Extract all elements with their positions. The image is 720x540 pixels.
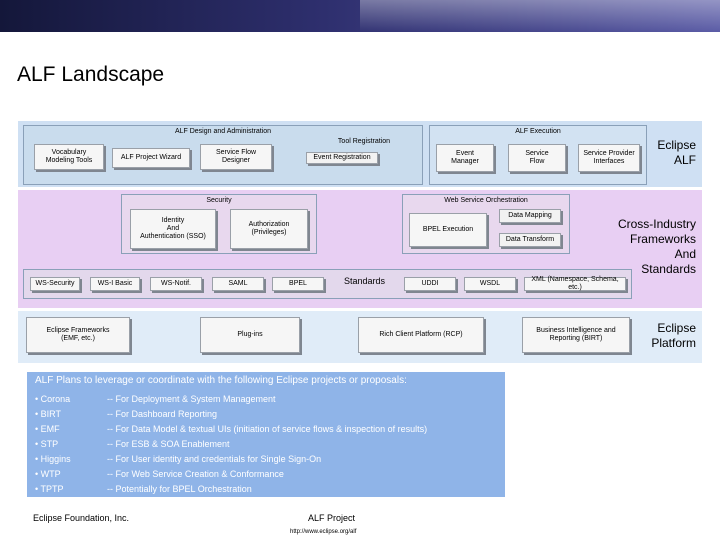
plan-name: • EMF <box>35 424 60 434</box>
plug-ins-box: Plug-ins <box>200 317 300 353</box>
design-admin-title: ALF Design and Administration <box>174 128 272 135</box>
bpel-box: BPEL <box>272 277 324 291</box>
data-mapping-box: Data Mapping <box>499 209 561 223</box>
saml-box: SAML <box>212 277 264 291</box>
header-gradient <box>360 0 720 32</box>
eclipse-frameworks-box: Eclipse Frameworks (EMF, etc.) <box>26 317 130 353</box>
plan-desc: -- Potentially for BPEL Orchestration <box>107 484 252 494</box>
security-title: Security <box>206 197 232 204</box>
footer-organization: Eclipse Foundation, Inc. <box>33 513 130 523</box>
ws-orchestration-group: Web Service Orchestration BPEL Execution… <box>402 194 570 254</box>
alf-landscape-diagram: ALF Design and Administration Vocabulary… <box>18 121 702 363</box>
plan-item: • Corona -- For Deployment & System Manag… <box>35 392 501 407</box>
ws-notif-box: WS-Notif. <box>150 277 202 291</box>
plan-item: • TPTP -- Potentially for BPEL Orchestrat… <box>35 482 501 497</box>
bpel-execution-box: BPEL Execution <box>409 213 487 247</box>
plan-item: • STP -- For ESB & SOA Enablement <box>35 437 501 452</box>
service-flow-designer-box: Service Flow Designer <box>200 144 272 170</box>
eclipse-alf-label: Eclipse ALF <box>657 138 696 167</box>
standards-label: Standards <box>344 276 386 286</box>
plan-item: • WTP -- For Web Service Creation & Confo… <box>35 467 501 482</box>
service-provider-interfaces-box: Service Provider Interfaces <box>578 144 640 172</box>
plan-desc: -- For Web Service Creation & Conformanc… <box>107 469 284 479</box>
slide-title: ALF Landscape <box>17 63 165 86</box>
vocabulary-tools-box: Vocabulary Modeling Tools <box>34 144 104 170</box>
alf-project-wizard-box: ALF Project Wizard <box>112 148 190 168</box>
tool-registration-title: Tool Registration <box>337 138 391 145</box>
ws-i-basic-box: WS-I Basic <box>90 277 140 291</box>
plan-name: • TPTP <box>35 484 64 494</box>
xml-box: XML (Namespace, Schema, etc.) <box>524 276 626 291</box>
plan-name: • STP <box>35 439 59 449</box>
alf-execution-title: ALF Execution <box>515 128 561 135</box>
event-manager-box: Event Manager <box>436 144 494 172</box>
identity-authentication-box: Identity And Authentication (SSO) <box>130 209 216 249</box>
plan-desc: -- For Deployment & System Management <box>107 394 276 404</box>
standards-group: WS-Security WS-I Basic WS-Notif. SAML BP… <box>23 269 632 299</box>
eclipse-plans-box: ALF Plans to leverage or coordinate with… <box>27 372 505 497</box>
plan-name: • Corona <box>35 394 71 404</box>
plan-desc: -- For User identity and credentials for… <box>107 454 322 464</box>
plan-desc: -- For Data Model & textual UIs (initiat… <box>107 424 428 434</box>
alf-execution-group: ALF Execution Event Manager Service Flow… <box>429 125 647 185</box>
plans-list: • Corona -- For Deployment & System Manag… <box>35 392 501 497</box>
design-admin-group: ALF Design and Administration Vocabulary… <box>23 125 423 185</box>
rich-client-platform-box: Rich Client Platform (RCP) <box>358 317 484 353</box>
service-flow-box: Service Flow <box>508 144 566 172</box>
plan-item: • EMF -- For Data Model & textual UIs (in… <box>35 422 501 437</box>
top-header-bar <box>0 0 720 32</box>
birt-box: Business Intelligence and Reporting (BIR… <box>522 317 630 353</box>
cross-industry-label: Cross-Industry Frameworks And Standards <box>617 217 696 276</box>
security-group: Security Identity And Authentication (SS… <box>121 194 317 254</box>
plan-item: • BIRT -- For Dashboard Reporting <box>35 407 501 422</box>
plan-name: • WTP <box>35 469 61 479</box>
data-transform-box: Data Transform <box>499 233 561 247</box>
authorization-box: Authorization (Privileges) <box>230 209 308 249</box>
footer-url-link[interactable]: http://www.eclipse.org/alf <box>290 529 356 535</box>
footer-project: ALF Project <box>308 513 356 523</box>
ws-security-box: WS-Security <box>30 277 80 291</box>
plan-desc: -- For ESB & SOA Enablement <box>107 439 230 449</box>
uddi-box: UDDI <box>404 277 456 291</box>
wsdl-box: WSDL <box>464 277 516 291</box>
plan-name: • Higgins <box>35 454 71 464</box>
plans-intro: ALF Plans to leverage or coordinate with… <box>35 375 407 386</box>
plan-name: • BIRT <box>35 409 61 419</box>
eclipse-platform-label: Eclipse Platform <box>651 321 696 350</box>
event-registration-box: Event Registration <box>306 152 378 164</box>
plan-desc: -- For Dashboard Reporting <box>107 409 218 419</box>
ws-orchestration-title: Web Service Orchestration <box>444 197 528 204</box>
plan-item: • Higgins -- For User identity and creden… <box>35 452 501 467</box>
